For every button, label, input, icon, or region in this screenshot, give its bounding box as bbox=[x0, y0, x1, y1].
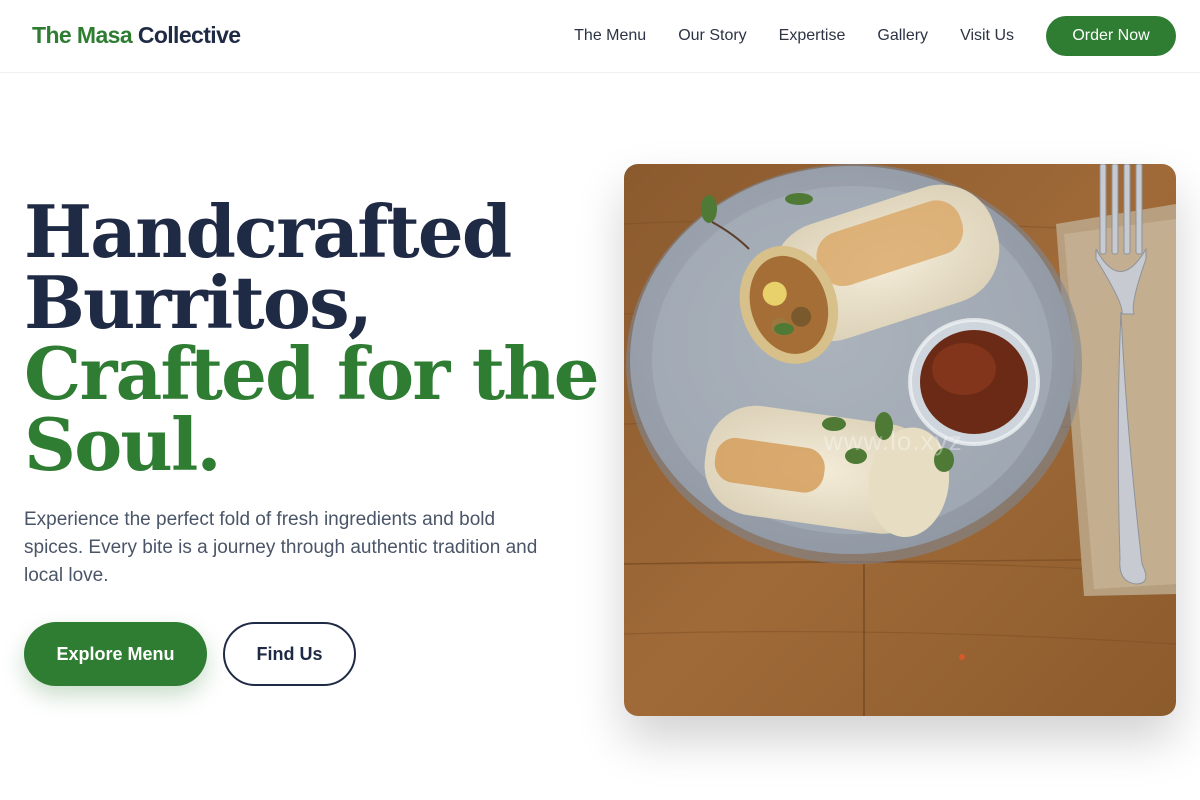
hero-subtext: Experience the perfect fold of fresh ing… bbox=[24, 509, 538, 586]
hero-burrito-image: www.lo.xyz bbox=[624, 164, 1176, 716]
brand-logo[interactable]: The Masa Collective bbox=[32, 21, 241, 49]
explore-menu-button[interactable]: Explore Menu bbox=[24, 622, 207, 686]
nav-link-visit-us[interactable]: Visit Us bbox=[960, 16, 1014, 56]
nav-link-expertise[interactable]: Expertise bbox=[779, 16, 846, 56]
brand-name-part1: The Masa bbox=[32, 22, 133, 48]
nav-link-gallery[interactable]: Gallery bbox=[877, 16, 928, 56]
nav-link-menu[interactable]: The Menu bbox=[574, 16, 646, 56]
brand-name-part2: Collective bbox=[137, 22, 241, 48]
nav-link-our-story[interactable]: Our Story bbox=[678, 16, 746, 56]
headline-line-4: Soul. bbox=[24, 402, 222, 487]
find-us-button[interactable]: Find Us bbox=[223, 622, 356, 686]
site-header: The Masa Collective The Menu Our Story E… bbox=[0, 0, 1200, 73]
headline-line-2: Burritos, bbox=[24, 260, 373, 345]
headline-line-3: Crafted for the bbox=[24, 331, 600, 416]
image-watermark: www.lo.xyz bbox=[824, 426, 963, 456]
hero-headline: Handcrafted Burritos, Crafted for the So… bbox=[24, 189, 604, 487]
headline-line-1: Handcrafted bbox=[24, 189, 512, 274]
order-now-button[interactable]: Order Now bbox=[1046, 16, 1176, 56]
main-nav: The Menu Our Story Expertise Gallery Vis… bbox=[574, 16, 1176, 56]
